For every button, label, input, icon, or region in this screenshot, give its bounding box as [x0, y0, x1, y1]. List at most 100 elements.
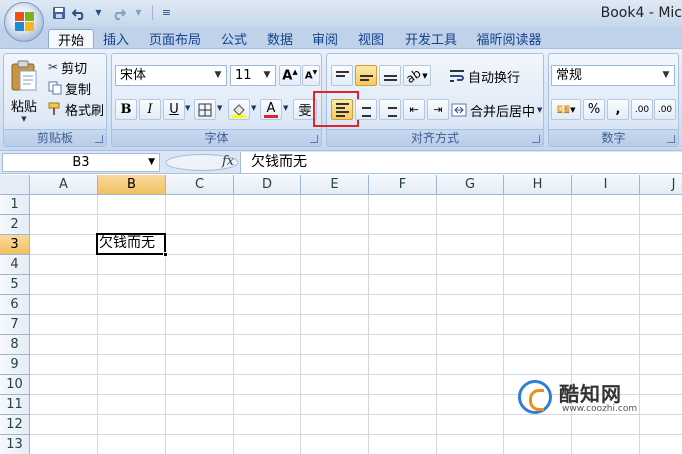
grow-font-button[interactable]: A▲	[279, 65, 301, 86]
tab-page-layout[interactable]: 页面布局	[141, 29, 209, 48]
font-color-dropdown-icon[interactable]: ▼	[283, 104, 288, 112]
row-header-4[interactable]: 4	[0, 255, 30, 275]
number-launcher-icon[interactable]	[667, 135, 675, 143]
column-header-g[interactable]: G	[437, 175, 504, 195]
column-header-e[interactable]: E	[301, 175, 369, 195]
column-header-i[interactable]: I	[572, 175, 640, 195]
tab-view[interactable]: 视图	[351, 29, 391, 48]
comma-label: ,	[615, 102, 621, 117]
orientation-button[interactable]: ab ▼	[403, 65, 431, 86]
redo-icon[interactable]	[110, 4, 127, 21]
font-size-select[interactable]: 11 ▼	[230, 65, 276, 86]
name-box[interactable]: B3 ▼	[2, 153, 160, 172]
row-header-9[interactable]: 9	[0, 355, 30, 375]
column-header-h[interactable]: H	[504, 175, 572, 195]
row-header-10[interactable]: 10	[0, 375, 30, 395]
bold-button[interactable]: B	[115, 99, 137, 120]
row-header-7[interactable]: 7	[0, 315, 30, 335]
row-header-12[interactable]: 12	[0, 415, 30, 435]
gridline	[30, 334, 682, 335]
copy-button[interactable]: 复制	[48, 79, 91, 98]
row-header-1[interactable]: 1	[0, 195, 30, 215]
alignment-group: ab ▼ 自动换行 ⇤ ⇥ 合并后居中 ▼ 对齐方式	[313, 53, 544, 147]
increase-indent-button[interactable]: ⇥	[427, 99, 449, 120]
row-header-11[interactable]: 11	[0, 395, 30, 415]
row-header-6[interactable]: 6	[0, 295, 30, 315]
fill-handle[interactable]	[163, 252, 168, 257]
italic-button[interactable]: I	[139, 99, 161, 120]
fill-color-button[interactable]	[228, 99, 250, 120]
row-header-8[interactable]: 8	[0, 335, 30, 355]
tab-formulas[interactable]: 公式	[214, 29, 254, 48]
row-header-2[interactable]: 2	[0, 215, 30, 235]
watermark-url: www.coozhi.com	[562, 404, 638, 414]
insert-function-icon[interactable]: fx	[222, 154, 234, 169]
font-launcher-icon[interactable]	[310, 135, 318, 143]
number-format-value: 常规	[556, 68, 583, 83]
tab-insert[interactable]: 插入	[96, 29, 136, 48]
tab-home[interactable]: 开始	[48, 29, 94, 49]
wrap-text-button[interactable]: 自动换行	[449, 67, 520, 86]
align-middle-button[interactable]	[355, 65, 377, 86]
column-header-b[interactable]: B	[98, 175, 166, 195]
column-header-a[interactable]: A	[30, 175, 98, 195]
alignment-launcher-icon[interactable]	[532, 135, 540, 143]
gridline	[30, 354, 682, 355]
undo-dropdown-icon[interactable]: ▼	[90, 4, 107, 21]
row-header-3[interactable]: 3	[0, 235, 30, 255]
row-header-13[interactable]: 13	[0, 435, 30, 454]
fill-color-dropdown-icon[interactable]: ▼	[251, 104, 256, 112]
tab-foxit-reader[interactable]: 福昕阅读器	[469, 29, 549, 48]
office-button[interactable]	[4, 2, 44, 42]
customize-qat-icon[interactable]: ≡	[158, 4, 175, 21]
align-bottom-button[interactable]	[379, 65, 401, 86]
format-painter-button[interactable]: 格式刷	[48, 100, 104, 119]
shrink-font-button[interactable]: A▼	[302, 65, 320, 86]
percent-label: %	[587, 102, 601, 117]
borders-button[interactable]	[194, 99, 216, 120]
align-right-button[interactable]	[379, 99, 401, 120]
font-color-label: A	[266, 100, 276, 116]
row-header-5[interactable]: 5	[0, 275, 30, 295]
paste-button[interactable]: 粘贴 ▼	[6, 56, 42, 126]
comma-button[interactable]: ,	[607, 99, 629, 120]
tab-developer[interactable]: 开发工具	[398, 29, 464, 48]
formula-bar: B3 ▼ fx 欠钱而无	[0, 150, 682, 174]
active-cell-b3[interactable]: 欠钱而无	[96, 233, 168, 257]
align-bottom-icon	[383, 71, 397, 81]
column-header-j[interactable]: J	[640, 175, 682, 195]
borders-dropdown-icon[interactable]: ▼	[217, 104, 222, 112]
align-center-button[interactable]	[355, 99, 377, 120]
tab-review[interactable]: 审阅	[305, 29, 345, 48]
clipboard-launcher-icon[interactable]	[95, 135, 103, 143]
percent-button[interactable]: %	[583, 99, 605, 120]
grow-font-icon: A▲	[282, 67, 298, 84]
redo-dropdown-icon[interactable]: ▼	[130, 4, 147, 21]
align-top-button[interactable]	[331, 65, 353, 86]
column-header-d[interactable]: D	[234, 175, 301, 195]
cell-b3-value: 欠钱而无	[99, 235, 155, 251]
paste-label: 粘贴	[10, 99, 37, 115]
increase-decimal-button[interactable]: .00	[631, 99, 653, 120]
undo-icon[interactable]	[70, 4, 87, 21]
formula-input[interactable]: 欠钱而无	[240, 152, 682, 173]
save-icon[interactable]	[50, 4, 67, 21]
decrease-indent-button[interactable]: ⇤	[403, 99, 425, 120]
underline-button[interactable]: U	[163, 99, 185, 120]
gridline	[30, 314, 682, 315]
quick-access-toolbar: ▼ ▼ ≡	[50, 4, 175, 21]
number-format-select[interactable]: 常规 ▼	[551, 65, 675, 86]
watermark-name: 酷知网	[559, 382, 622, 406]
font-name-select[interactable]: 宋体 ▼	[115, 65, 227, 86]
name-box-value: B3	[72, 155, 90, 170]
select-all-button[interactable]	[0, 175, 30, 195]
currency-button[interactable]: 💴 ▼	[551, 99, 581, 120]
decrease-decimal-button[interactable]: .00	[654, 99, 676, 120]
column-header-c[interactable]: C	[166, 175, 234, 195]
tab-data[interactable]: 数据	[260, 29, 300, 48]
font-color-button[interactable]: A	[260, 99, 282, 120]
cut-button[interactable]: ✂ 剪切	[48, 58, 87, 77]
column-header-f[interactable]: F	[369, 175, 437, 195]
merge-center-button[interactable]: 合并后居中 ▼	[451, 101, 542, 120]
underline-dropdown-icon[interactable]: ▼	[185, 104, 190, 112]
